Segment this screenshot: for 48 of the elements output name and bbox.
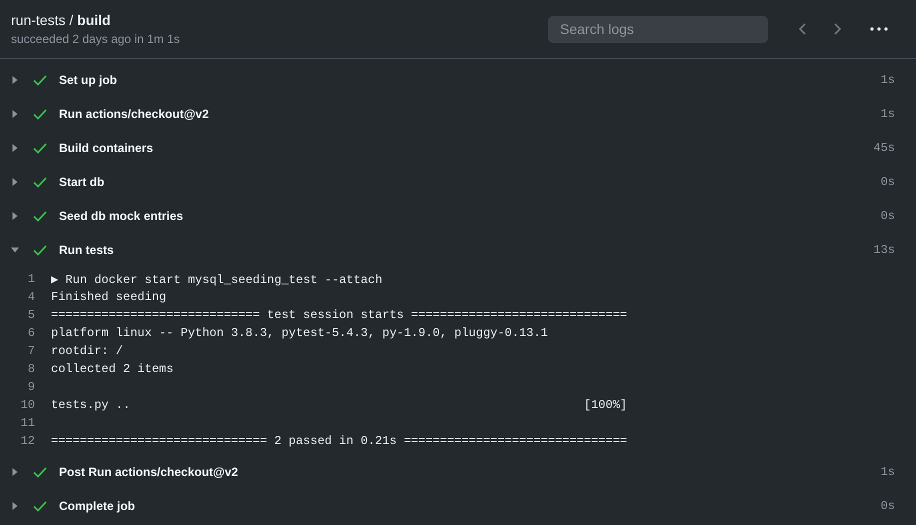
step-name: Set up job <box>59 73 118 87</box>
more-options-icon[interactable] <box>870 27 888 31</box>
step-row[interactable]: Set up job 1s <box>0 63 916 97</box>
line-number: 4 <box>26 290 36 304</box>
line-number: 6 <box>26 326 36 340</box>
job-title: run-tests / build <box>11 12 112 28</box>
chevron-right-icon[interactable] <box>832 22 842 36</box>
step-duration: 1s <box>880 465 895 479</box>
step-name: Start db <box>59 175 106 189</box>
line-number: 8 <box>26 362 36 376</box>
step-row[interactable]: Complete job 0s <box>0 489 916 523</box>
step-duration: 0s <box>880 175 895 189</box>
log-line: ============================= test session starts ============================== <box>51 308 628 322</box>
step-name: Post Run actions/checkout@v2 <box>59 465 240 479</box>
step-duration: 1s <box>880 73 895 87</box>
step-row[interactable]: Build containers 45s <box>0 131 916 165</box>
chevron-left-icon[interactable] <box>798 22 808 36</box>
line-number: 10 <box>20 398 36 412</box>
log-line: rootdir: / <box>51 344 124 358</box>
log-line: collected 2 items <box>51 362 174 376</box>
step-row[interactable]: Post Run actions/checkout@v2 1s <box>0 455 916 489</box>
log-line: tests.py .. [100%] <box>51 398 628 412</box>
log-line: Finished seeding <box>51 290 166 304</box>
step-row[interactable]: Run tests 13s <box>0 233 916 267</box>
log-line: platform linux -- Python 3.8.3, pytest-5.4.3, py-1.9.0, pluggy-0.13.1 <box>51 326 548 340</box>
step-name: Run tests <box>59 243 115 257</box>
step-row[interactable]: Run actions/checkout@v2 1s <box>0 97 916 131</box>
step-duration: 13s <box>873 243 895 257</box>
line-number: 11 <box>20 416 36 430</box>
step-duration: 0s <box>880 499 895 513</box>
line-number: 7 <box>26 344 36 358</box>
step-name: Seed db mock entries <box>59 209 184 223</box>
step-name: Complete job <box>59 499 136 513</box>
line-number: 1 <box>26 272 36 286</box>
step-duration: 0s <box>880 209 895 223</box>
line-number: 12 <box>20 434 36 448</box>
step-duration: 1s <box>880 107 895 121</box>
step-name: Build containers <box>59 141 154 155</box>
step-row[interactable]: Seed db mock entries 0s <box>0 199 916 233</box>
step-duration: 45s <box>873 141 895 155</box>
log-line: ▶ Run docker start mysql_seeding_test --attach <box>51 272 382 286</box>
line-number: 5 <box>26 308 36 322</box>
search-field[interactable]: Search logs <box>548 16 768 42</box>
line-number: 9 <box>26 380 36 394</box>
job-status-text: succeeded 2 days ago in 1m 1s <box>11 32 181 46</box>
step-name: Run actions/checkout@v2 <box>59 107 210 121</box>
log-line: ============================== 2 passed in 0.21s =============================== <box>51 434 628 448</box>
step-row[interactable]: Start db 0s <box>0 165 916 199</box>
